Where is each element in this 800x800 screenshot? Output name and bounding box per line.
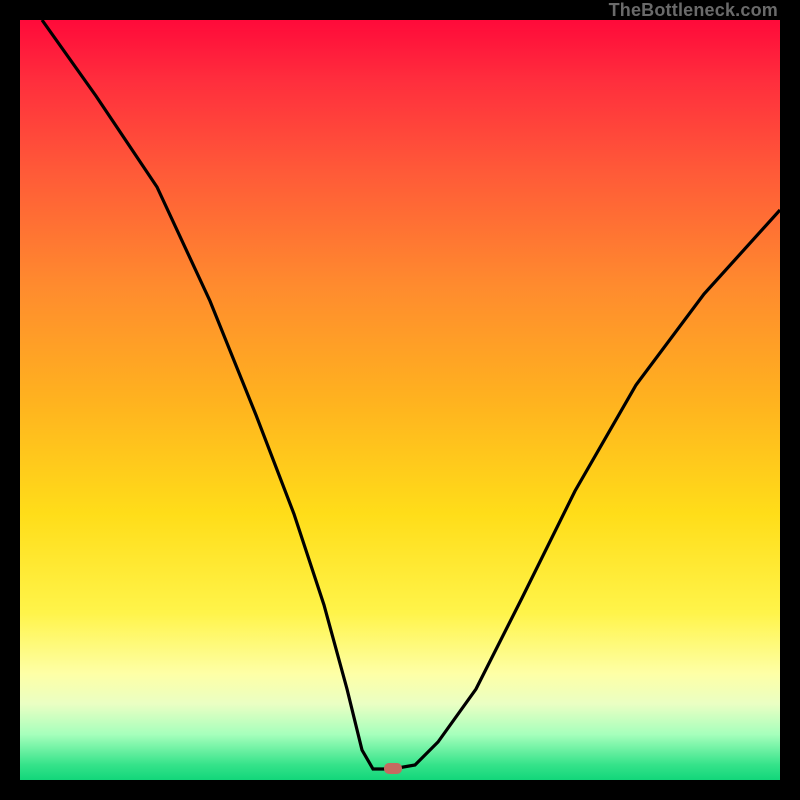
bottleneck-curve	[42, 20, 780, 769]
optimal-marker	[384, 763, 402, 774]
watermark-label: TheBottleneck.com	[609, 0, 778, 21]
plot-area	[20, 20, 780, 780]
curve-svg	[20, 20, 780, 780]
chart-frame: TheBottleneck.com	[0, 0, 800, 800]
